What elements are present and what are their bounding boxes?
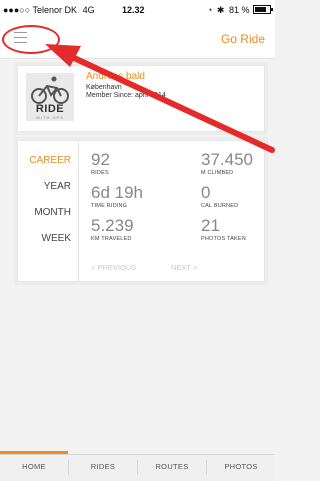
stat-distance: 5.239 KM TRAVELED (91, 217, 134, 242)
cyclist-icon (31, 76, 69, 104)
tab-routes[interactable]: ROUTES (138, 462, 206, 471)
stat-value: 21 (201, 216, 220, 235)
tab-photos[interactable]: PHOTOS (207, 462, 275, 471)
stat-value: 5.239 (91, 216, 134, 235)
member-since: Member Since: april 2014 (86, 92, 166, 99)
next-button[interactable]: NEXT > (171, 263, 197, 272)
profile-city: København (86, 84, 122, 91)
stat-label: TIME RIDING (91, 203, 128, 209)
stat-calories: 0 CAL BURNED (201, 184, 238, 209)
stat-label: PHOTOS TAKEN (201, 236, 246, 242)
hamburger-icon (14, 32, 27, 47)
tab-home[interactable]: HOME (0, 462, 68, 471)
alarm-icon: ◔ (206, 5, 213, 15)
active-tab-indicator (0, 451, 68, 454)
profile-info: Andreas bald København Member Since: apr… (86, 71, 166, 99)
stat-label: CAL BURNED (201, 203, 239, 209)
period-selector: CAREER YEAR MONTH WEEK (18, 141, 79, 281)
tab-rides[interactable]: RIDES (69, 462, 137, 471)
network-label: 4G (82, 5, 95, 15)
stat-value: 6d 19h (91, 183, 143, 202)
bluetooth-icon: ✱ (216, 5, 225, 15)
stat-label: M CLIMBED (201, 170, 234, 176)
stat-climbed: 37.450 M CLIMBED (201, 151, 253, 176)
clock: 12.32 (122, 5, 145, 15)
profile-name: Andreas bald (86, 71, 145, 82)
status-right: ◔ ✱ 81 % (206, 5, 273, 16)
logo-text: RIDE (35, 103, 65, 115)
navigation-bar: Go Ride (0, 20, 275, 59)
stat-value: 0 (201, 183, 211, 202)
period-week[interactable]: WEEK (42, 233, 71, 244)
status-bar: ●●●○○ Telenor DK 4G 12.32 ◔ ✱ 81 % (0, 0, 275, 20)
stat-value: 92 (91, 150, 110, 169)
period-month[interactable]: MONTH (34, 207, 71, 218)
tab-bar: HOME RIDES ROUTES PHOTOS (0, 451, 275, 481)
battery-percent: 81 % (228, 5, 250, 15)
stat-value: 37.450 (201, 150, 253, 169)
stat-time-riding: 6d 19h TIME RIDING (91, 184, 143, 209)
battery-icon (253, 5, 273, 14)
ride-logo: RIDE WITH GPS (26, 73, 74, 121)
period-year[interactable]: YEAR (44, 181, 71, 192)
menu-button[interactable] (6, 24, 46, 52)
stat-label: RIDES (91, 170, 109, 176)
go-ride-button[interactable]: Go Ride (221, 32, 265, 46)
profile-card[interactable]: RIDE WITH GPS Andreas bald København Mem… (17, 65, 265, 132)
previous-button[interactable]: < PREVIOUS (91, 263, 136, 272)
period-career[interactable]: CAREER (29, 155, 71, 166)
stats-card: CAREER YEAR MONTH WEEK 92 RIDES 37.450 M… (17, 140, 265, 282)
stat-photos: 21 PHOTOS TAKEN (201, 217, 246, 242)
logo-subtext: WITH GPS (36, 115, 64, 120)
stat-label: KM TRAVELED (91, 236, 132, 242)
carrier-indicator: ●●●○○ Telenor DK 4G (3, 5, 95, 15)
stat-rides: 92 RIDES (91, 151, 110, 176)
carrier-label: ●●●○○ Telenor DK (3, 5, 78, 15)
